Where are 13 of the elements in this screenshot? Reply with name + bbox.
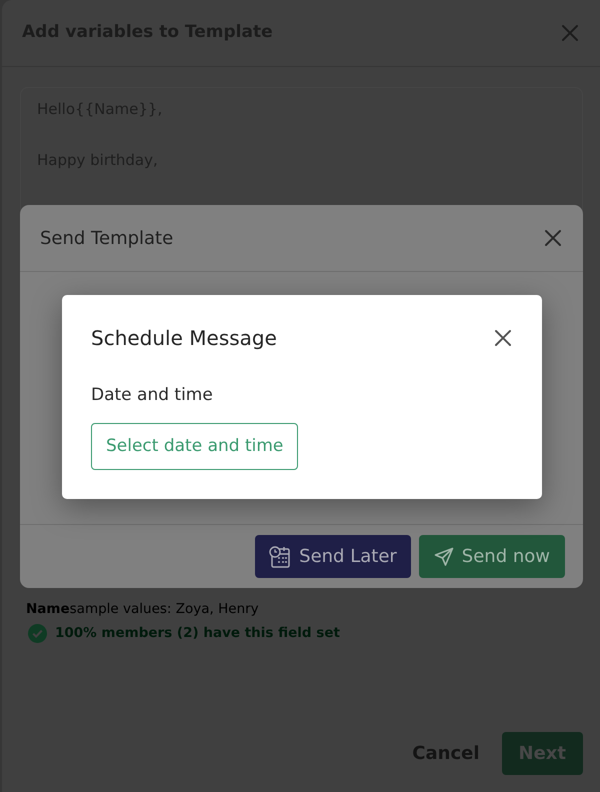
send-icon [434, 546, 454, 566]
send-now-button[interactable]: Send now [418, 535, 565, 578]
check-circle-icon [28, 624, 47, 643]
calendar-clock-icon [269, 544, 292, 568]
close-icon[interactable] [543, 228, 563, 248]
close-icon[interactable] [493, 328, 513, 348]
coverage-text: 100% members (2) have this field set [55, 624, 340, 643]
dialog-title: Send Template [40, 226, 174, 250]
variable-sample-text: Namesample values: Zoya, Henry [26, 600, 259, 619]
date-time-picker-button[interactable]: Select date and time [91, 422, 298, 470]
send-later-button[interactable]: Send Later [255, 535, 411, 578]
dialog-title: Schedule Message [91, 325, 277, 352]
field-label: Date and time [91, 384, 214, 407]
